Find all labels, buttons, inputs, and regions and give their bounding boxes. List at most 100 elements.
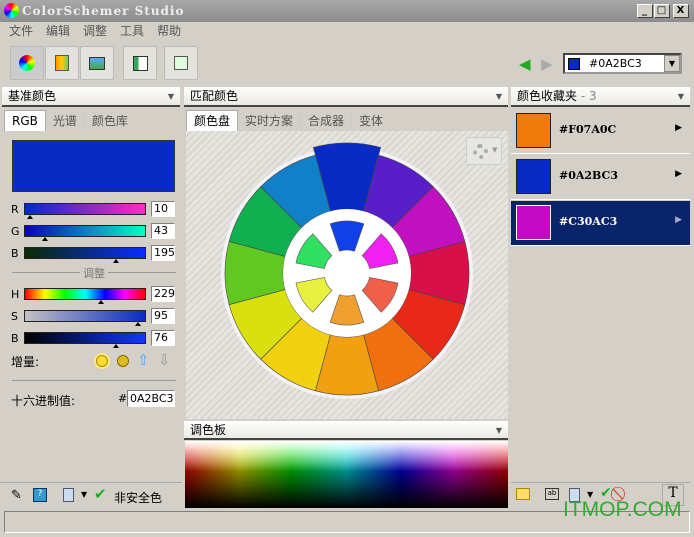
b-slider-thumb[interactable] <box>113 259 119 263</box>
favorite-item[interactable]: #0A2BC3 ▶ <box>511 155 690 200</box>
base-color-header[interactable]: 基准颜色 ▼ <box>2 87 180 107</box>
tab-variations[interactable]: 变体 <box>352 111 390 131</box>
tab-color-wheel[interactable]: 颜色盘 <box>186 110 239 131</box>
divider <box>0 482 182 483</box>
menu-bar: 文件 编辑 调整 工具 帮助 <box>0 22 185 40</box>
color-wheel-area: ▼ <box>186 131 508 419</box>
chevron-down-icon[interactable]: ▼ <box>496 421 502 440</box>
chevron-down-icon[interactable]: ▼ <box>496 87 502 106</box>
r-label: R <box>11 203 19 216</box>
g-label: G <box>11 225 20 238</box>
image-picker-icon <box>89 56 105 70</box>
brightness-label: B <box>11 332 19 345</box>
menu-help[interactable]: 帮助 <box>157 24 181 38</box>
brightness-slider-thumb[interactable] <box>113 344 119 348</box>
eyedropper-icon[interactable]: ✎ <box>11 488 22 503</box>
favorites-count: - 3 <box>580 89 597 103</box>
chevron-down-icon[interactable]: ▼ <box>81 490 87 499</box>
tab-rgb[interactable]: RGB <box>4 110 46 131</box>
middle-tabs: 颜色盘 实时方案 合成器 变体 <box>186 110 390 131</box>
chevron-down-icon[interactable]: ▼ <box>168 87 174 106</box>
minimize-button[interactable]: _ <box>637 4 653 18</box>
brightness-value-field[interactable]: 76 <box>151 330 175 346</box>
palette-header[interactable]: 调色板 ▼ <box>184 421 508 440</box>
safe-color-label: 非安全色 <box>114 491 163 505</box>
app-logo-icon <box>4 3 19 18</box>
arrow-down-icon[interactable]: ⇩ <box>158 351 171 369</box>
increment-label: 增量: <box>11 355 40 369</box>
gradient-import-button[interactable] <box>45 46 79 80</box>
s-slider[interactable] <box>24 310 146 322</box>
darken-icon[interactable] <box>117 355 129 367</box>
favorite-swatch <box>516 159 551 194</box>
hex-input[interactable]: 0A2BC3 <box>127 390 175 407</box>
b-slider[interactable] <box>24 247 146 259</box>
brighten-icon[interactable] <box>96 355 108 367</box>
base-color-title: 基准颜色 <box>8 89 57 103</box>
g-slider-thumb[interactable] <box>42 237 48 241</box>
window-title: ColorSchemer Studio <box>22 4 185 18</box>
base-color-swatch <box>12 140 175 192</box>
current-color-hex: #0A2BC3 <box>589 57 642 70</box>
forward-arrow-icon[interactable]: ▶ <box>541 55 553 73</box>
menu-tools[interactable]: 工具 <box>120 24 144 38</box>
chevron-down-icon[interactable]: ▼ <box>664 55 680 72</box>
current-color-swatch <box>568 58 580 70</box>
maximize-button[interactable]: □ <box>654 4 670 18</box>
back-arrow-icon[interactable]: ◀ <box>519 55 531 73</box>
r-slider-thumb[interactable] <box>27 215 33 219</box>
current-color-dropdown[interactable]: #0A2BC3 ▼ <box>563 53 682 74</box>
color-wheel[interactable] <box>186 131 508 419</box>
favorite-item[interactable]: #F07A0C ▶ <box>511 109 690 154</box>
favorite-hex: #C30AC3 <box>559 215 618 228</box>
g-value-field[interactable]: 43 <box>151 223 175 239</box>
favorites-title: 颜色收藏夹 <box>517 89 578 103</box>
favorite-item-selected[interactable]: #C30AC3 ▶ <box>511 201 690 246</box>
h-value-field[interactable]: 229 <box>151 286 175 302</box>
hex-label: 十六进制值: <box>11 394 76 408</box>
b-label: B <box>11 247 19 260</box>
export-button[interactable] <box>164 46 198 80</box>
tab-live-scheme[interactable]: 实时方案 <box>238 111 302 131</box>
adjust-label: 调整 <box>80 265 108 281</box>
favorites-header[interactable]: 颜色收藏夹 - 3 ▼ <box>511 87 690 107</box>
h-slider-thumb[interactable] <box>98 300 104 304</box>
chevron-right-icon[interactable]: ▶ <box>675 169 682 179</box>
s-slider-thumb[interactable] <box>135 322 141 326</box>
close-button[interactable]: X <box>673 4 689 18</box>
menu-edit[interactable]: 编辑 <box>46 24 70 38</box>
wheel-options-button[interactable]: ▼ <box>466 137 502 165</box>
matching-colors-title: 匹配颜色 <box>190 89 239 103</box>
r-value-field[interactable]: 10 <box>151 201 175 217</box>
color-mixer-button[interactable] <box>10 46 44 80</box>
s-value-field[interactable]: 95 <box>151 308 175 324</box>
layout-preview-icon <box>132 55 148 71</box>
menu-adjust[interactable]: 调整 <box>83 24 107 38</box>
rename-icon[interactable]: ab <box>545 488 559 500</box>
title-bar: ColorSchemer Studio _ □ X <box>0 0 694 22</box>
palette-title: 调色板 <box>190 423 227 437</box>
favorite-swatch <box>516 205 551 240</box>
copy-icon[interactable] <box>63 488 74 502</box>
folder-icon[interactable] <box>516 488 530 500</box>
chevron-right-icon[interactable]: ▶ <box>675 215 682 225</box>
chevron-down-icon[interactable]: ▼ <box>678 87 684 106</box>
tab-spectrum[interactable]: 光谱 <box>46 111 85 131</box>
image-picker-button[interactable] <box>80 46 114 80</box>
b-value-field[interactable]: 195 <box>151 245 175 261</box>
palette-spectrum[interactable] <box>185 441 508 508</box>
help-icon[interactable]: ? <box>33 488 47 502</box>
arrow-up-icon[interactable]: ⇧ <box>137 351 150 369</box>
h-slider[interactable] <box>24 288 146 300</box>
layout-preview-button[interactable] <box>123 46 157 80</box>
r-slider[interactable] <box>24 203 146 215</box>
tab-mixer[interactable]: 合成器 <box>301 111 353 131</box>
tab-color-library[interactable]: 颜色库 <box>85 111 135 131</box>
h-label: H <box>11 288 20 301</box>
s-label: S <box>11 310 18 323</box>
matching-colors-header[interactable]: 匹配颜色 ▼ <box>184 87 508 107</box>
chevron-right-icon[interactable]: ▶ <box>675 123 682 133</box>
menu-file[interactable]: 文件 <box>9 24 33 38</box>
g-slider[interactable] <box>24 225 146 237</box>
brightness-slider[interactable] <box>24 332 146 344</box>
